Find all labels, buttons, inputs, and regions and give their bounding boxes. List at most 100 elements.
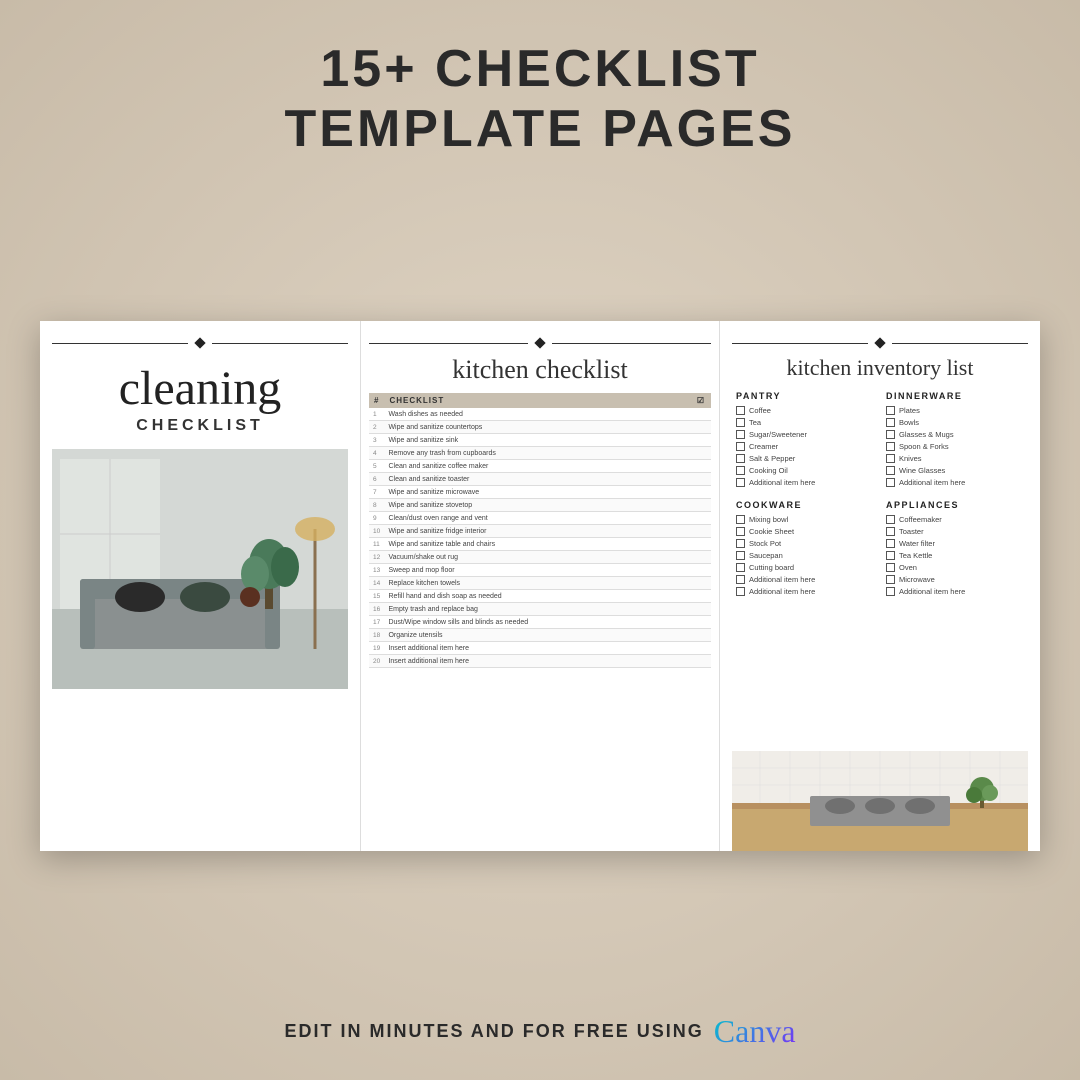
item-checkbox	[736, 442, 745, 451]
item-text: Oven	[899, 563, 917, 572]
header-line-right	[212, 343, 348, 344]
row-num: 11	[369, 538, 384, 551]
cookware-items: Mixing bowl Cookie Sheet Stock Pot Sauce…	[736, 515, 874, 599]
table-row: 3 Wipe and sanitize sink	[369, 434, 711, 447]
table-row: 12 Vacuum/shake out rug	[369, 551, 711, 564]
row-task: Clean/dust oven range and vent	[384, 512, 691, 525]
inventory-item: Microwave	[886, 575, 1024, 584]
col-num: #	[369, 393, 384, 408]
row-checkbox	[691, 564, 711, 577]
item-checkbox	[736, 575, 745, 584]
inventory-item: Tea	[736, 418, 874, 427]
page-1-cleaning: cleaning CHECKLIST	[40, 321, 360, 851]
kitchen-checklist-title: kitchen checklist	[452, 355, 627, 385]
row-task: Wipe and sanitize fridge interior	[384, 525, 691, 538]
inventory-item: Additional item here	[736, 575, 874, 584]
row-num: 18	[369, 629, 384, 642]
inventory-item: Coffee	[736, 406, 874, 415]
inventory-item: Water filter	[886, 539, 1024, 548]
item-checkbox	[886, 551, 895, 560]
row-task: Insert additional item here	[384, 655, 691, 668]
table-row: 14 Replace kitchen towels	[369, 577, 711, 590]
row-checkbox	[691, 408, 711, 421]
item-checkbox	[736, 527, 745, 536]
row-num: 7	[369, 486, 384, 499]
appliances-items: Coffeemaker Toaster Water filter Tea Ket…	[886, 515, 1024, 599]
row-task: Empty trash and replace bag	[384, 603, 691, 616]
footer-text: EDIT IN MINUTES AND FOR FREE USING	[284, 1021, 703, 1042]
row-num: 2	[369, 421, 384, 434]
row-checkbox	[691, 499, 711, 512]
item-checkbox	[886, 454, 895, 463]
item-checkbox	[886, 478, 895, 487]
inventory-item: Wine Glasses	[886, 466, 1024, 475]
inventory-item: Knives	[886, 454, 1024, 463]
row-checkbox	[691, 486, 711, 499]
page2-header	[369, 339, 711, 347]
page1-header	[52, 339, 348, 347]
table-row: 1 Wash dishes as needed	[369, 408, 711, 421]
item-checkbox	[736, 515, 745, 524]
room-photo-inner	[52, 449, 348, 689]
item-checkbox	[886, 515, 895, 524]
inventory-item: Cookie Sheet	[736, 527, 874, 536]
item-text: Knives	[899, 454, 922, 463]
table-row: 20 Insert additional item here	[369, 655, 711, 668]
table-row: 7 Wipe and sanitize microwave	[369, 486, 711, 499]
item-checkbox	[886, 527, 895, 536]
inventory-item: Saucepan	[736, 551, 874, 560]
item-text: Coffeemaker	[899, 515, 942, 524]
item-text: Coffee	[749, 406, 771, 415]
dinnerware-title: DINNERWARE	[886, 391, 1024, 401]
item-checkbox	[736, 539, 745, 548]
row-checkbox	[691, 460, 711, 473]
row-task: Wash dishes as needed	[384, 408, 691, 421]
table-row: 11 Wipe and sanitize table and chairs	[369, 538, 711, 551]
kitchen-photo	[732, 751, 1028, 851]
item-checkbox	[736, 418, 745, 427]
table-row: 17 Dust/Wipe window sills and blinds as …	[369, 616, 711, 629]
header3-diamond	[874, 338, 885, 349]
row-task: Clean and sanitize toaster	[384, 473, 691, 486]
cleaning-block-title: CHECKLIST	[136, 417, 264, 435]
row-num: 8	[369, 499, 384, 512]
page-2-kitchen-checklist: kitchen checklist # CHECKLIST ☑ 1 Wash d…	[360, 321, 720, 851]
item-text: Microwave	[899, 575, 935, 584]
inventory-item: Additional item here	[886, 587, 1024, 596]
header-diamond	[194, 338, 205, 349]
pantry-col: PANTRY Coffee Tea Sugar/Sweetener Creame…	[736, 389, 874, 599]
pantry-items: Coffee Tea Sugar/Sweetener Creamer Salt …	[736, 406, 874, 490]
row-task: Refill hand and dish soap as needed	[384, 590, 691, 603]
row-task: Vacuum/shake out rug	[384, 551, 691, 564]
item-checkbox	[886, 539, 895, 548]
row-checkbox	[691, 551, 711, 564]
canva-brand: Canva	[714, 1013, 796, 1050]
inventory-item: Additional item here	[886, 478, 1024, 487]
row-task: Sweep and mop floor	[384, 564, 691, 577]
pages-container: cleaning CHECKLIST	[40, 321, 1040, 851]
row-checkbox	[691, 616, 711, 629]
inventory-item: Plates	[886, 406, 1024, 415]
item-text: Stock Pot	[749, 539, 781, 548]
cleaning-script-title: cleaning	[119, 365, 282, 413]
item-text: Water filter	[899, 539, 935, 548]
row-num: 9	[369, 512, 384, 525]
inventory-item: Cutting board	[736, 563, 874, 572]
item-text: Cooking Oil	[749, 466, 788, 475]
page-3-kitchen-inventory: kitchen inventory list PANTRY Coffee Tea…	[720, 321, 1040, 851]
item-checkbox	[736, 406, 745, 415]
header2-line-right	[552, 343, 711, 344]
row-checkbox	[691, 512, 711, 525]
item-checkbox	[886, 430, 895, 439]
inventory-item: Bowls	[886, 418, 1024, 427]
table-row: 10 Wipe and sanitize fridge interior	[369, 525, 711, 538]
item-checkbox	[886, 406, 895, 415]
row-task: Clean and sanitize coffee maker	[384, 460, 691, 473]
row-num: 3	[369, 434, 384, 447]
inventory-item: Coffeemaker	[886, 515, 1024, 524]
cookware-title: COOKWARE	[736, 500, 874, 510]
checklist-table: # CHECKLIST ☑ 1 Wash dishes as needed 2 …	[369, 393, 711, 668]
row-checkbox	[691, 590, 711, 603]
inventory-item: Salt & Pepper	[736, 454, 874, 463]
row-task: Replace kitchen towels	[384, 577, 691, 590]
